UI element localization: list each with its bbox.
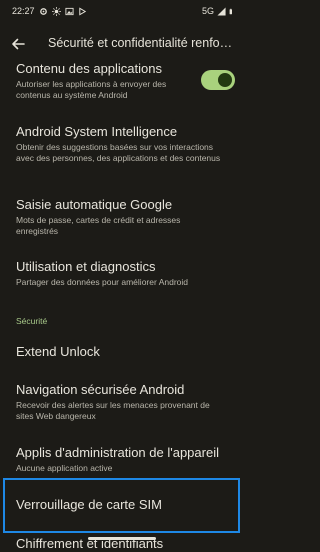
setting-title: Extend Unlock [16,344,100,359]
setting-sim-card-lock[interactable]: Verrouillage de carte SIM [16,497,221,513]
setting-title: Contenu des applications [16,61,162,76]
setting-extend-unlock[interactable]: Extend Unlock [16,344,221,360]
setting-subtitle: Mots de passe, cartes de crédit et adres… [16,215,181,236]
status-time: 22:27 [12,6,35,16]
setting-subtitle: Aucune application active [16,463,113,473]
setting-subtitle: Autoriser les applications à envoyer des… [16,79,167,100]
app-bar: Sécurité et confidentialité renfo… [0,28,245,60]
setting-title: Utilisation et diagnostics [16,259,156,274]
gallery-icon [64,7,74,15]
status-right: 5G [202,6,235,16]
battery-icon [229,8,232,14]
section-header-security: Sécurité [16,316,48,326]
play-icon [78,6,86,16]
setting-title: Verrouillage de carte SIM [16,497,162,512]
back-arrow-icon[interactable] [10,36,26,52]
setting-usage-diagnostics[interactable]: Utilisation et diagnostics Partager des … [16,259,221,288]
gear-icon [39,7,47,15]
toggle-knob [218,73,232,87]
status-left: 22:27 [12,6,87,16]
navigation-handle[interactable] [88,537,156,540]
setting-title: Applis d'administration de l'appareil [16,445,219,460]
app-content-toggle[interactable] [201,70,235,90]
network-label: 5G [201,6,214,16]
setting-title: Android System Intelligence [16,124,178,139]
setting-subtitle: Obtenir des suggestions basées sur vos i… [16,142,221,163]
status-bar: 22:27 5G [0,0,245,24]
page-title: Sécurité et confidentialité renfo… [48,36,233,50]
setting-android-system-intelligence[interactable]: Android System Intelligence Obtenir des … [16,124,221,164]
setting-title: Saisie automatique Google [16,197,173,212]
setting-google-autofill[interactable]: Saisie automatique Google Mots de passe,… [16,197,221,237]
setting-app-content[interactable]: Contenu des applications Autoriser les a… [16,61,201,101]
signal-icon [217,6,226,16]
setting-title: Navigation sécurisée Android [16,382,185,397]
setting-subtitle: Partager des données pour améliorer Andr… [16,277,188,287]
setting-device-admin-apps[interactable]: Applis d'administration de l'appareil Au… [16,445,241,474]
setting-subtitle: Recevoir des alertes sur les menaces pro… [16,400,210,421]
brightness-icon [51,6,61,16]
setting-safe-browsing[interactable]: Navigation sécurisée Android Recevoir de… [16,382,221,422]
